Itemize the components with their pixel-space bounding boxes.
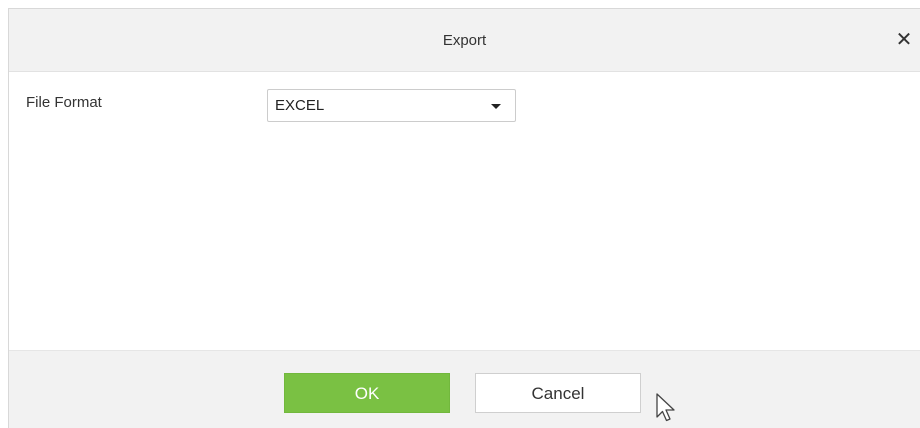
file-format-select[interactable]: EXCEL xyxy=(267,89,516,122)
dialog-footer: OK Cancel xyxy=(9,350,920,428)
file-format-label: File Format xyxy=(26,94,102,111)
file-format-selected-value: EXCEL xyxy=(275,97,325,114)
dialog-body: File Format EXCEL xyxy=(9,72,920,350)
export-dialog: Export ✕ File Format EXCEL OK Cancel xyxy=(8,8,920,428)
close-icon[interactable]: ✕ xyxy=(894,29,914,49)
mouse-pointer-icon xyxy=(656,393,675,422)
dialog-title: Export xyxy=(442,32,487,49)
chevron-down-icon xyxy=(491,104,501,109)
cancel-button[interactable]: Cancel xyxy=(475,373,641,413)
ok-button[interactable]: OK xyxy=(284,373,450,413)
dialog-title-bar: Export ✕ xyxy=(9,9,920,72)
